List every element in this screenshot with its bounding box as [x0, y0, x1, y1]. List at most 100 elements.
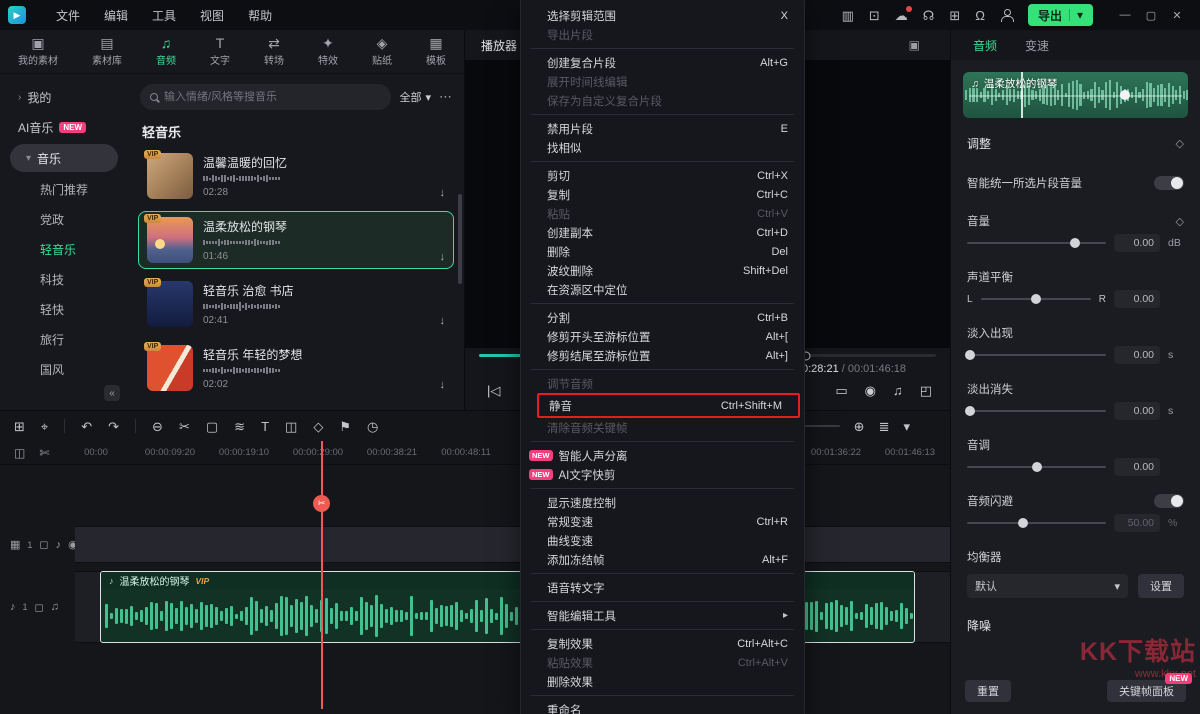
subcategory-轻快[interactable]: 轻快 [0, 294, 128, 324]
cloud-sync-icon[interactable]: ☁ [895, 9, 908, 22]
menu-item-禁用片段[interactable]: 禁用片段E [521, 119, 804, 138]
volume-slider[interactable] [967, 242, 1106, 244]
lock-track-icon[interactable]: ◻ [35, 601, 44, 614]
mute-track-icon[interactable]: ♫ [51, 601, 59, 613]
menu-文件[interactable]: 文件 [56, 7, 80, 24]
save-icon[interactable]: ⊡ [869, 9, 880, 22]
music-list-item[interactable]: VIP轻音乐 年轻的梦想02:02↓ [138, 339, 454, 397]
more-options-button[interactable]: ⋯ [439, 89, 452, 105]
music-list-item[interactable]: VIP温馨温暖的回忆02:28↓ [138, 147, 454, 205]
mirror-display-icon[interactable]: ▭ [835, 383, 847, 399]
download-icon[interactable]: ↓ [440, 315, 446, 327]
user-account-icon[interactable] [1000, 9, 1013, 22]
playhead[interactable]: ✂ [321, 441, 323, 709]
clip-card-slider-knob[interactable] [1120, 90, 1130, 100]
sidebar-item-ai-music[interactable]: AI音乐 NEW [0, 112, 128, 142]
smart-volume-toggle[interactable] [1154, 176, 1184, 190]
tab-player[interactable]: 播放器 [481, 37, 517, 54]
media-pool-icon[interactable]: ⊞ [14, 420, 25, 433]
fade-out-value[interactable]: 0.00 [1114, 402, 1160, 420]
playhead-scissors-icon[interactable]: ✂ [313, 495, 330, 512]
equalizer-preset-dropdown[interactable]: 默认 ▾ [967, 574, 1128, 598]
balance-slider[interactable] [981, 298, 1091, 300]
tab-text[interactable]: T文字 [210, 36, 230, 67]
menu-item-显示速度控制[interactable]: 显示速度控制 [521, 493, 804, 512]
menu-item-修剪开头至游标位置[interactable]: 修剪开头至游标位置Alt+[ [521, 327, 804, 346]
video-track[interactable] [75, 526, 950, 563]
keyframe-diamond-icon[interactable]: ◇ [1176, 215, 1184, 228]
balance-value[interactable]: 0.00 [1114, 290, 1160, 308]
keyframe-diamond-icon[interactable]: ◇ [1176, 137, 1184, 150]
ducking-slider[interactable] [967, 522, 1106, 524]
split-icon[interactable]: ✂ [179, 420, 190, 433]
menu-item-AI文字快剪[interactable]: NEWAI文字快剪 [521, 465, 804, 484]
subcategory-国风[interactable]: 国风 [0, 354, 128, 384]
tab-effect[interactable]: ✦特效 [318, 36, 338, 67]
menu-item-选择剪辑范围[interactable]: 选择剪辑范围X [521, 6, 804, 25]
support-icon[interactable]: ☊ [923, 9, 935, 22]
preview-window-icon[interactable]: ▣ [909, 38, 920, 52]
tab-sticker[interactable]: ◈贴纸 [372, 36, 392, 67]
chevron-down-icon[interactable]: ▾ [903, 420, 910, 433]
music-list-item[interactable]: VIP温柔放松的钢琴01:46↓ [138, 211, 454, 269]
tab-template[interactable]: ▦模板 [426, 36, 446, 67]
select-tool-icon[interactable]: ⌖ [41, 420, 48, 433]
lock-track-icon[interactable]: ◻ [39, 538, 48, 551]
speed-icon[interactable]: ≋ [234, 420, 245, 433]
menu-item-分割[interactable]: 分割Ctrl+B [521, 308, 804, 327]
keyframe-icon[interactable]: ◇ [313, 420, 323, 433]
redo-icon[interactable]: ↷ [108, 420, 119, 433]
subcategory-科技[interactable]: 科技 [0, 264, 128, 294]
menu-item-在资源区中定位[interactable]: 在资源区中定位 [521, 280, 804, 299]
menu-工具[interactable]: 工具 [152, 7, 176, 24]
minimize-button[interactable]: — [1112, 9, 1138, 22]
equalizer-settings-button[interactable]: 设置 [1138, 574, 1184, 598]
menu-item-修剪结尾至游标位置[interactable]: 修剪结尾至游标位置Alt+] [521, 346, 804, 365]
fade-out-slider[interactable] [967, 410, 1106, 412]
unlink-icon[interactable]: ✄ [39, 446, 49, 460]
timeline-ruler[interactable]: ◫ ✄ 00:0000:00:09:2000:00:19:1000:00:29:… [0, 441, 950, 465]
sidebar-item-music[interactable]: ▾ 音乐 [10, 144, 118, 172]
pip-tool-icon[interactable]: ◫ [285, 420, 297, 433]
download-icon[interactable]: ↓ [440, 187, 446, 199]
menu-item-波纹删除[interactable]: 波纹删除Shift+Del [521, 261, 804, 280]
track-manager-icon[interactable]: ≣ [879, 420, 890, 433]
subcategory-轻音乐[interactable]: 轻音乐 [0, 234, 128, 264]
crop-icon[interactable]: ▢ [206, 420, 218, 433]
menu-item-创建副本[interactable]: 创建副本Ctrl+D [521, 223, 804, 242]
search-input[interactable] [164, 91, 381, 103]
subcategory-旅行[interactable]: 旅行 [0, 324, 128, 354]
menu-item-常规变速[interactable]: 常规变速Ctrl+R [521, 512, 804, 531]
keyframe-panel-button[interactable]: 关键帧面板 NEW [1107, 680, 1186, 702]
menu-item-删除效果[interactable]: 删除效果 [521, 672, 804, 691]
menu-item-曲线变速[interactable]: 曲线变速 [521, 531, 804, 550]
marker-icon[interactable]: ⚑ [339, 420, 351, 433]
menu-item-静音[interactable]: 静音Ctrl+Shift+M [537, 393, 800, 418]
tab-audio[interactable]: ♫音频 [156, 36, 176, 67]
previous-frame-button[interactable]: |◁ [487, 383, 500, 399]
tab-audio[interactable]: 音频 [973, 37, 997, 54]
tab-stock[interactable]: ▤素材库 [92, 36, 122, 67]
music-list-item[interactable]: VIP轻音乐 治愈 书店02:41↓ [138, 275, 454, 333]
subcategory-党政[interactable]: 党政 [0, 204, 128, 234]
menu-item-添加冻结帧[interactable]: 添加冻结帧Alt+F [521, 550, 804, 569]
workspace-icon[interactable]: ⊞ [949, 9, 960, 22]
fade-in-slider[interactable] [967, 354, 1106, 356]
menu-item-创建复合片段[interactable]: 创建复合片段Alt+G [521, 53, 804, 72]
download-icon[interactable]: ↓ [440, 379, 446, 391]
copy-icon[interactable]: ◫ [14, 446, 25, 460]
menu-item-智能人声分离[interactable]: NEW智能人声分离 [521, 446, 804, 465]
tab-speed[interactable]: 变速 [1025, 37, 1049, 54]
undo-icon[interactable]: ↶ [81, 420, 92, 433]
snapshot-icon[interactable]: ◉ [865, 383, 876, 399]
menu-item-找相似[interactable]: 找相似 [521, 138, 804, 157]
fade-in-value[interactable]: 0.00 [1114, 346, 1160, 364]
menu-编辑[interactable]: 编辑 [104, 7, 128, 24]
mute-track-icon[interactable]: ♪ [56, 539, 62, 551]
delete-icon[interactable]: ⊖ [152, 420, 163, 433]
layout-icon[interactable]: ▥ [842, 9, 854, 22]
menu-item-重命名[interactable]: 重命名 [521, 700, 804, 714]
close-button[interactable]: ✕ [1164, 9, 1190, 22]
subcategory-热门推荐[interactable]: 热门推荐 [0, 174, 128, 204]
fullscreen-icon[interactable]: ◰ [920, 383, 932, 399]
